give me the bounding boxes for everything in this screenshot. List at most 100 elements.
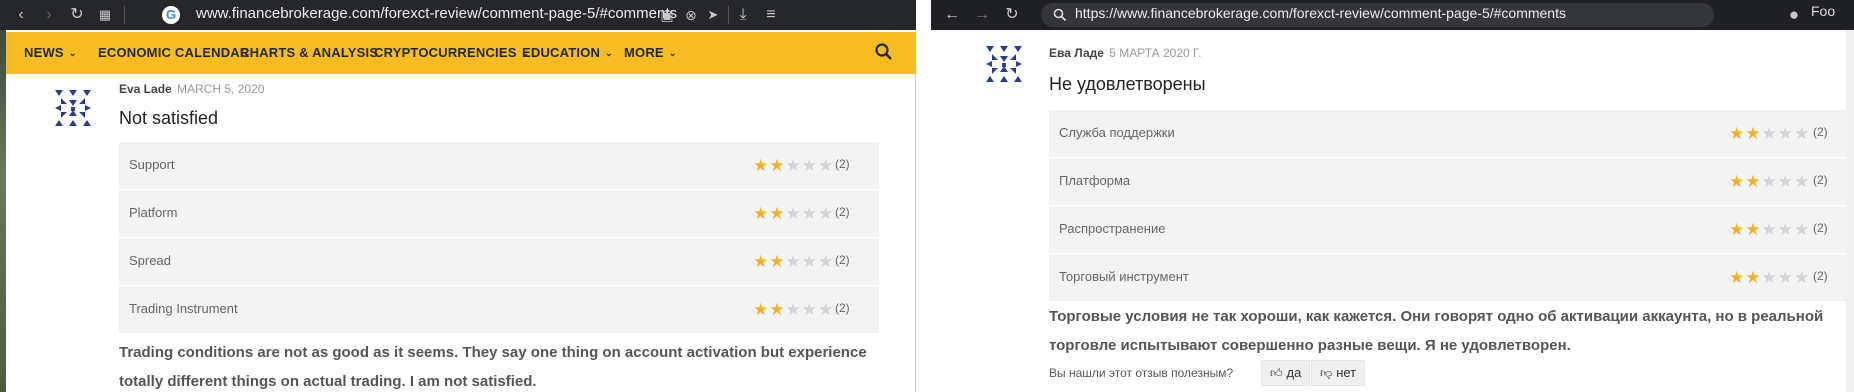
review-date: 5 МАРТА 2020 Г.: [1109, 46, 1202, 60]
reload-icon[interactable]: ↻: [66, 4, 88, 26]
review-author-line: Eva Lade MARCH 5, 2020: [119, 82, 264, 96]
nav-item-label: NEWS: [24, 45, 64, 60]
review-comment-line: Trading conditions are not as good as it…: [119, 344, 867, 361]
nav-item-label: CRYPTOCURRENCIES: [374, 45, 517, 60]
nav-item-label: ECONOMIC CALENDAR: [98, 45, 250, 60]
address-bar[interactable]: www.financebrokerage.com/forexct-review/…: [196, 5, 677, 22]
ratings-table: Support ★★★★★ (2) Platform ★★★★★ (2) Spr…: [119, 142, 879, 334]
review-date: MARCH 5, 2020: [177, 82, 265, 96]
nav-item-economic-calendar[interactable]: ECONOMIC CALENDAR: [98, 45, 249, 60]
rating-label: Platform: [129, 205, 178, 220]
search-icon[interactable]: [874, 42, 894, 62]
profile-label[interactable]: Foo: [1811, 3, 1835, 19]
rating-label: Support: [129, 157, 175, 172]
camera-icon[interactable]: ▣: [656, 4, 678, 26]
rating-count: (2): [835, 205, 850, 219]
rating-row: Торговый инструмент ★★★★★ (2): [1049, 254, 1846, 302]
close-circle-icon[interactable]: ⊗: [680, 4, 702, 26]
vote-yes-label: да: [1286, 365, 1302, 380]
back-icon[interactable]: ‹: [10, 4, 32, 26]
rating-label: Spread: [129, 253, 171, 268]
nav-item-label: CHARTS & ANALYSIS: [240, 45, 379, 60]
rating-label: Платформа: [1059, 173, 1131, 188]
thumbs-down-icon: 👎︎: [1320, 366, 1333, 380]
review-author-line: Ева Ладе 5 МАРТА 2020 Г.: [1049, 46, 1201, 60]
rating-count: (2): [835, 301, 850, 315]
review-comment-line: торговле испытывают совершенно разные ве…: [1049, 337, 1571, 354]
chevron-down-icon: ⌄: [68, 48, 77, 58]
nav-item-news[interactable]: NEWS ⌄: [24, 45, 77, 60]
vote-yes-button[interactable]: 👍︎ да: [1261, 360, 1311, 386]
reload-icon[interactable]: ↻: [1001, 4, 1023, 26]
ratings-table: Служба поддержки ★★★★★ (2) Платформа ★★★…: [1049, 110, 1846, 302]
review-title: Не удовлетворены: [1049, 74, 1206, 94]
rating-row: Служба поддержки ★★★★★ (2): [1049, 110, 1846, 158]
rating-label: Распространение: [1059, 221, 1166, 236]
rating-row: Platform ★★★★★ (2): [119, 190, 879, 238]
rating-count: (2): [1813, 269, 1828, 283]
right-browser-toolbar: ← → ↻ https://www.financebrokerage.com/f…: [931, 0, 1854, 30]
chevron-down-icon: ⌄: [668, 48, 677, 58]
nav-item-cryptocurrencies[interactable]: CRYPTOCURRENCIES ⌄: [374, 45, 529, 60]
forward-icon[interactable]: →: [971, 4, 993, 26]
vote-no-label: нет: [1336, 365, 1357, 380]
google-icon: G: [162, 6, 180, 24]
avatar-pattern-icon: [984, 44, 1024, 84]
right-browser-window: ← → ↻ https://www.financebrokerage.com/f…: [931, 0, 1854, 392]
nav-item-label: MORE: [624, 45, 664, 60]
right-review: Ева Ладе 5 МАРТА 2020 Г. Не удовлетворен…: [931, 30, 1846, 392]
review-comment-line: totally different things on actual tradi…: [119, 373, 537, 390]
scrollbar[interactable]: [1846, 30, 1854, 392]
star-rating[interactable]: ★★★★★: [1729, 124, 1810, 144]
left-review: Eva Lade MARCH 5, 2020 Not satisfied Sup…: [6, 74, 916, 392]
star-rating[interactable]: ★★★★★: [753, 204, 834, 224]
rating-label: Trading Instrument: [129, 301, 238, 316]
rating-count: (2): [1813, 125, 1828, 139]
toolbar-divider: [124, 6, 125, 24]
search-icon: [1053, 8, 1067, 22]
star-rating[interactable]: ★★★★★: [1729, 268, 1810, 288]
rating-count: (2): [1813, 173, 1828, 187]
tabs-grid-icon[interactable]: ▦: [94, 4, 116, 26]
left-browser-toolbar: ‹ › ↻ ▦ G www.financebrokerage.com/forex…: [0, 0, 916, 30]
review-comment: Trading conditions are not as good as it…: [119, 338, 879, 392]
review-comment: Торговые условия не так хороши, как каже…: [1049, 302, 1849, 360]
star-rating[interactable]: ★★★★★: [753, 252, 834, 272]
rating-row: Spread ★★★★★ (2): [119, 238, 879, 286]
nav-item-label: EDUCATION: [522, 45, 601, 60]
review-comment-line: Торговые условия не так хороши, как каже…: [1049, 308, 1824, 325]
avatar-pattern-icon: [53, 88, 93, 128]
review-title: Not satisfied: [119, 108, 219, 128]
star-rating[interactable]: ★★★★★: [753, 300, 834, 320]
rating-row: Платформа ★★★★★ (2): [1049, 158, 1846, 206]
toolbar-divider: [728, 6, 729, 24]
star-rating[interactable]: ★★★★★: [1729, 172, 1810, 192]
address-bar[interactable]: https://www.financebrokerage.com/forexct…: [1075, 5, 1566, 21]
rating-count: (2): [1813, 221, 1828, 235]
download-icon[interactable]: ⤓: [732, 4, 754, 26]
rating-count: (2): [835, 157, 850, 171]
left-browser-window: ‹ › ↻ ▦ G www.financebrokerage.com/forex…: [0, 0, 916, 392]
nav-item-education[interactable]: EDUCATION ⌄: [522, 45, 613, 60]
back-icon[interactable]: ←: [941, 4, 963, 26]
star-rating[interactable]: ★★★★★: [753, 156, 834, 176]
star-rating[interactable]: ★★★★★: [1729, 220, 1810, 240]
rating-row: Распространение ★★★★★ (2): [1049, 206, 1846, 254]
send-icon[interactable]: ➤: [702, 4, 724, 26]
nav-item-charts-analysis[interactable]: CHARTS & ANALYSIS: [240, 45, 378, 60]
site-nav-bar: NEWS ⌄ ECONOMIC CALENDAR CHARTS & ANALYSI…: [6, 32, 916, 74]
nav-item-more[interactable]: MORE ⌄: [624, 45, 677, 60]
rating-count: (2): [835, 253, 850, 267]
rating-row: Support ★★★★★ (2): [119, 142, 879, 190]
chevron-down-icon: ⌄: [605, 48, 613, 58]
vote-no-button[interactable]: 👎︎ нет: [1311, 360, 1366, 386]
forward-icon[interactable]: ›: [38, 4, 60, 26]
review-author: Ева Ладе: [1049, 46, 1104, 60]
thumbs-up-icon: 👍︎: [1270, 366, 1283, 380]
screenshot-root: ‹ › ↻ ▦ G www.financebrokerage.com/forex…: [0, 0, 1854, 392]
menu-icon[interactable]: ≡: [760, 4, 782, 26]
rating-row: Trading Instrument ★★★★★ (2): [119, 286, 879, 334]
helpful-question: Вы нашли этот отзыв полезным?: [1049, 366, 1234, 380]
review-author: Eva Lade: [119, 82, 172, 96]
profile-icon[interactable]: ●: [1783, 4, 1805, 26]
